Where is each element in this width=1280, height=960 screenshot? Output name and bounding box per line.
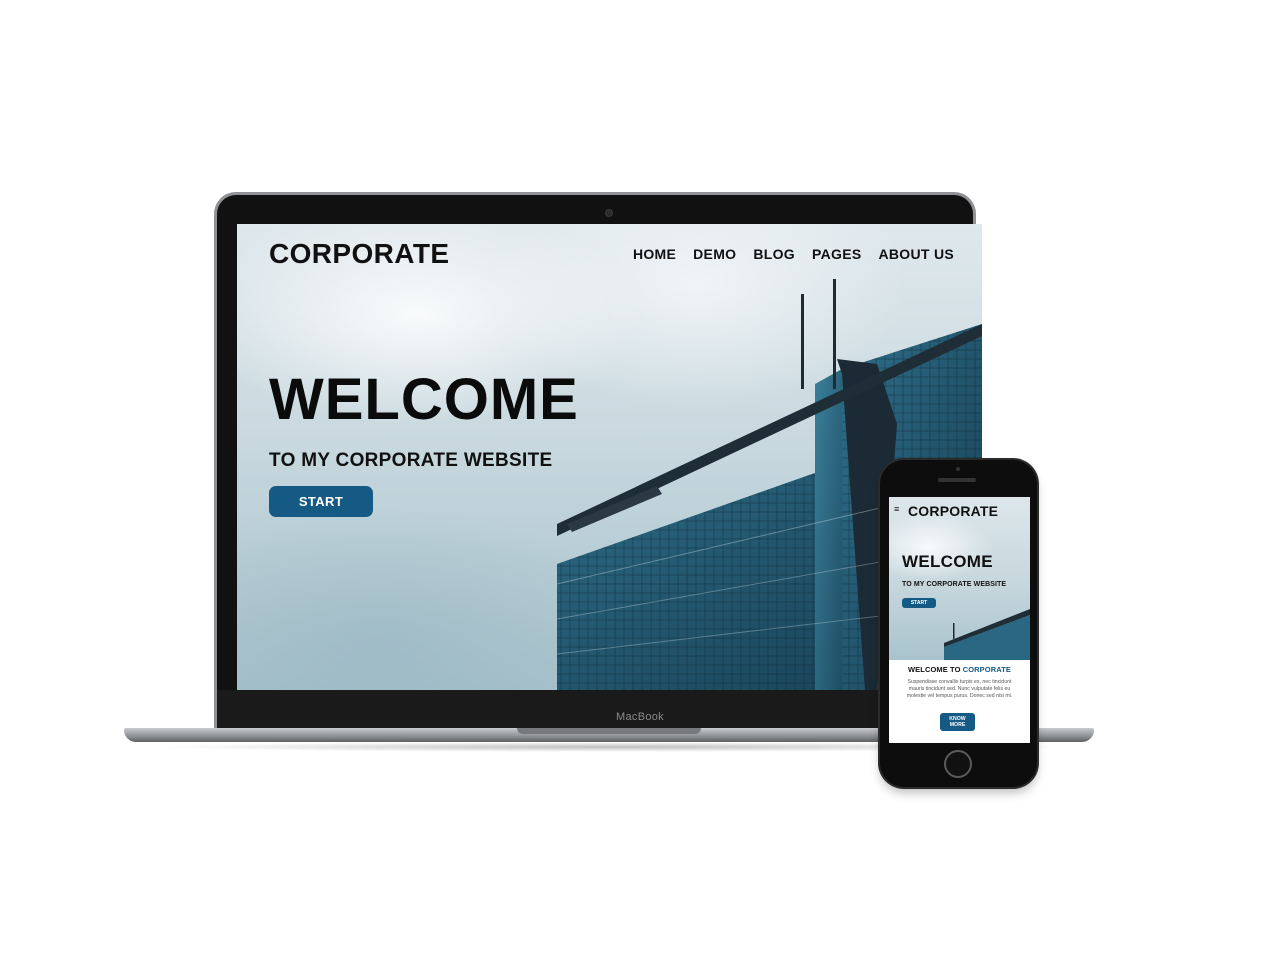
phone-hero: ≡ CORPORATE WELCOME TO MY CORPORATE WEBS…	[889, 497, 1030, 660]
laptop-screen: CORPORATE HOME DEMO BLOG PAGES ABOUT US …	[237, 224, 982, 690]
nav-blog[interactable]: BLOG	[753, 246, 795, 262]
phone-section-title-accent: CORPORATE	[962, 665, 1011, 674]
phone-hero-title: WELCOME	[902, 552, 993, 571]
phone-start-button[interactable]: START	[902, 598, 936, 608]
phone-home-button[interactable]	[944, 750, 972, 778]
laptop-notch	[517, 728, 701, 734]
start-button[interactable]: START	[269, 486, 373, 517]
nav-demo[interactable]: DEMO	[693, 246, 736, 262]
nav-pages[interactable]: PAGES	[812, 246, 861, 262]
laptop-camera	[606, 210, 612, 216]
site-logo[interactable]: CORPORATE	[269, 238, 449, 270]
phone-section-body: Suspendisse convallis turpis ex, nec tin…	[906, 679, 1013, 699]
phone-speaker	[938, 478, 976, 482]
phone-welcome-section: WELCOME TO CORPORATE Suspendisse convall…	[889, 660, 1030, 743]
phone-site-logo[interactable]: CORPORATE	[908, 503, 998, 519]
know-more-line2: MORE	[949, 722, 966, 728]
know-more-button[interactable]: KNOW MORE	[940, 713, 975, 731]
hero-subtitle: TO MY CORPORATE WEBSITE	[269, 450, 553, 471]
nav-home[interactable]: HOME	[633, 246, 676, 262]
main-nav: HOME DEMO BLOG PAGES ABOUT US	[633, 246, 954, 262]
phone-hero-subtitle: TO MY CORPORATE WEBSITE	[902, 581, 1007, 588]
phone-section-title-prefix: WELCOME TO	[908, 665, 963, 674]
nav-about-us[interactable]: ABOUT US	[878, 246, 954, 262]
phone-building-photo	[944, 609, 1030, 660]
phone-camera	[956, 467, 960, 471]
hamburger-menu-icon[interactable]: ≡	[894, 504, 899, 514]
hero-title: WELCOME	[269, 367, 579, 432]
phone-screen: ≡ CORPORATE WELCOME TO MY CORPORATE WEBS…	[889, 497, 1030, 743]
phone-section-title: WELCOME TO CORPORATE	[889, 665, 1030, 674]
laptop-brand-label: MacBook	[616, 711, 664, 723]
